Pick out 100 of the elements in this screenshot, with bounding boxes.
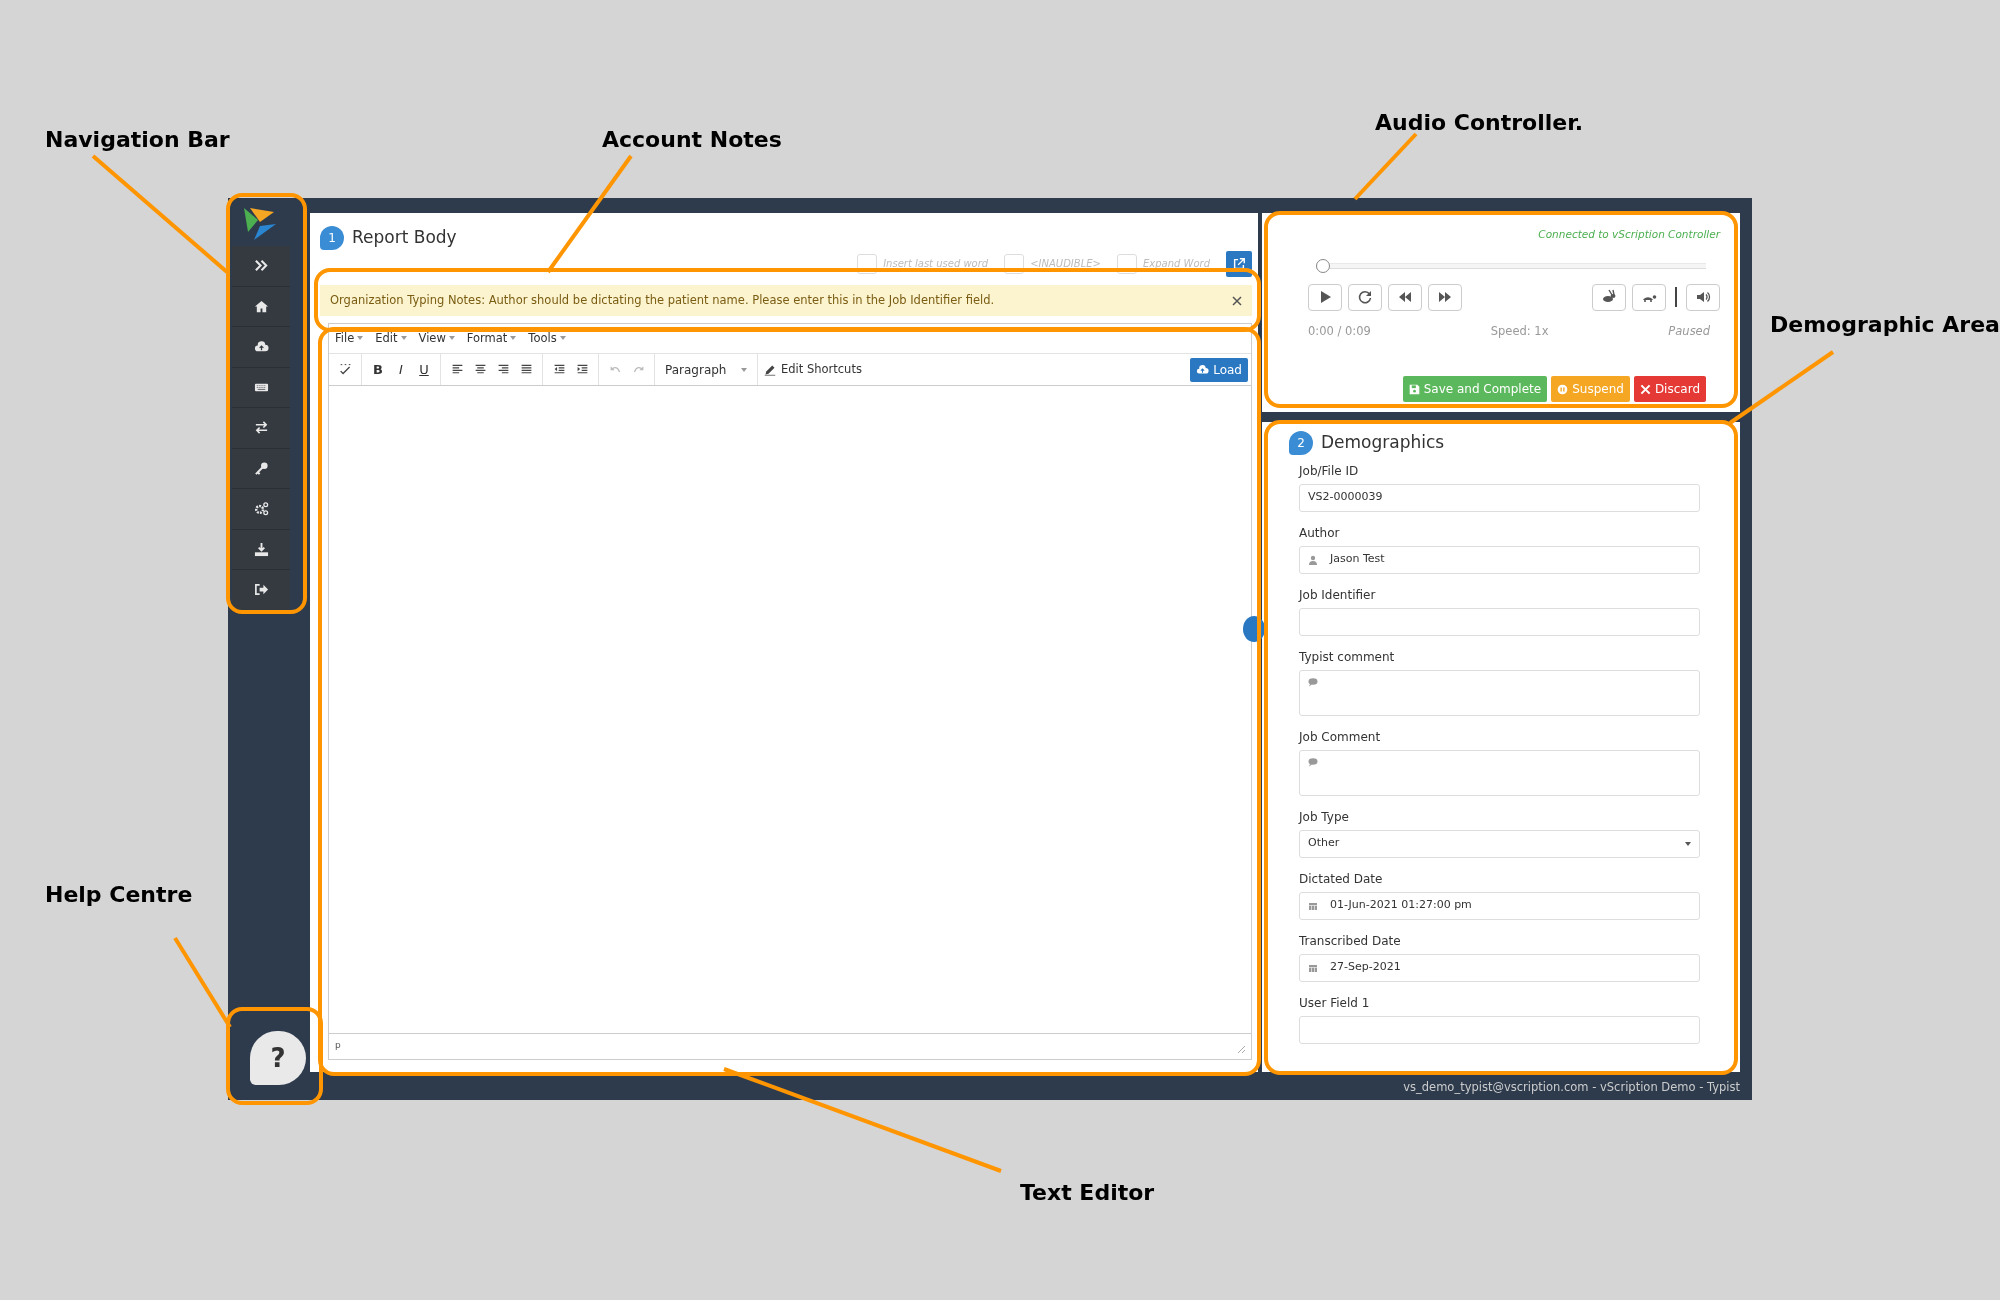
key-cap (857, 253, 878, 274)
format-button[interactable]: B (368, 358, 388, 381)
field-label: Transcribed Date (1299, 932, 1402, 950)
panel-title: Demographics (1321, 431, 1445, 454)
section-number-badge: 2 (1289, 430, 1313, 455)
sidebar-nav-button[interactable] (232, 448, 290, 489)
menu-item[interactable]: Format (466, 329, 517, 347)
shortcut-hint: <INAUDIBLE> (1030, 257, 1101, 271)
edit-shortcuts-button[interactable]: Edit Shortcuts (758, 359, 868, 380)
date-field[interactable]: 01-Jun-2021 01:27:00 pm (1299, 891, 1700, 920)
input-field[interactable] (1299, 1015, 1700, 1044)
external-link-icon (1232, 256, 1246, 271)
callout-label: Help Centre (45, 881, 193, 909)
playback-button[interactable] (1308, 283, 1342, 311)
field-label: Author (1299, 524, 1341, 542)
playback-speed: Speed: 1x (1490, 322, 1549, 340)
key-cap (1116, 253, 1137, 274)
footer-user-info: vs_demo_typist@vscription.com - vScription Demo - Typist (1402, 1079, 1740, 1096)
playback-button[interactable] (1428, 283, 1462, 311)
field-label: Job Comment (1299, 728, 1382, 746)
indent-icon (575, 363, 589, 376)
gears-icon (253, 501, 269, 517)
caret-icon (1685, 841, 1691, 846)
shortcut-hint: Expand Word (1142, 257, 1210, 271)
callout-label: Demographic Area (1770, 311, 2000, 339)
calendar-icon (1308, 962, 1318, 973)
block-format-dropdown[interactable]: Paragraph (661, 360, 751, 379)
caret-icon (357, 336, 364, 341)
format-button[interactable]: I (391, 358, 411, 381)
field-label: Dictated Date (1299, 870, 1384, 888)
speech-bubble-icon (1308, 756, 1318, 767)
comment-field[interactable] (1299, 669, 1700, 716)
callout-label: Text Editor (1020, 1179, 1155, 1207)
chevrons-right-icon (253, 258, 269, 274)
discard-button[interactable]: Discard (1633, 376, 1706, 402)
sidebar-nav-button[interactable] (232, 327, 290, 368)
playback-button[interactable] (1686, 283, 1720, 311)
sidebar-nav-button[interactable] (232, 367, 290, 408)
spellcheck-icon (338, 363, 352, 376)
speech-bubble-icon (1308, 676, 1318, 687)
field-label: Job Identifier (1299, 586, 1377, 604)
job-type-select[interactable]: Other (1299, 829, 1700, 858)
person-icon (1308, 554, 1318, 565)
align-left-icon (450, 363, 464, 376)
align-center-icon (473, 363, 487, 376)
menu-item[interactable]: Tools (528, 329, 566, 347)
playback-button[interactable] (1592, 283, 1626, 311)
sidebar-nav-button[interactable] (232, 570, 290, 611)
save-icon (1408, 383, 1420, 395)
playback-time: 0:00 / 0:09 (1308, 322, 1371, 340)
menu-item[interactable]: File (335, 329, 364, 347)
pause-circle-icon (1557, 383, 1569, 395)
menu-item[interactable]: Edit (375, 329, 407, 347)
connection-status: Connected to vScription Controller (1537, 227, 1720, 242)
comment-field[interactable] (1299, 749, 1700, 796)
account-notes-text: Organization Typing Notes: Author should be dictating the patient name. Please enter this in the Job Identifier field. (330, 291, 995, 309)
swap-arrows-icon (253, 420, 269, 436)
sidebar-nav-button[interactable] (232, 489, 290, 530)
caret-icon (741, 367, 747, 372)
shortcut-hint: Insert last used word (883, 257, 989, 271)
cloud-upload-icon (1196, 363, 1210, 376)
input-field[interactable]: Jason Test (1299, 545, 1700, 574)
help-button[interactable]: ? (250, 1031, 306, 1085)
caret-icon (510, 336, 517, 341)
element-path: p (335, 1039, 341, 1052)
sidebar-nav-button[interactable] (232, 246, 290, 287)
field-label: Typist comment (1299, 648, 1396, 666)
input-field[interactable] (1299, 607, 1700, 636)
outdent-icon (552, 363, 566, 376)
pencil-icon (764, 363, 776, 376)
sidebar-nav-button[interactable] (232, 529, 290, 570)
download-tray-icon (253, 541, 269, 557)
playback-button[interactable] (1388, 283, 1422, 311)
playback-state: Paused (1668, 322, 1710, 340)
field-label: Job/File ID (1299, 462, 1360, 480)
callout-label: Account Notes (602, 126, 782, 154)
input-field[interactable]: VS2-0000039 (1299, 483, 1700, 512)
date-field[interactable]: 27-Sep-2021 (1299, 953, 1700, 982)
caret-icon (400, 336, 407, 341)
sidebar-nav-button[interactable] (232, 286, 290, 327)
close-icon (1639, 383, 1651, 395)
justify-icon (519, 363, 533, 376)
key-cap (1004, 253, 1025, 274)
calendar-icon (1308, 900, 1318, 911)
format-button[interactable]: U (414, 358, 434, 381)
load-button[interactable]: Load (1190, 357, 1248, 382)
close-icon (1232, 295, 1242, 306)
panel-title: Report Body (352, 226, 457, 249)
field-label: User Field 1 (1299, 994, 1371, 1012)
field-label: Job Type (1299, 808, 1350, 826)
playback-button[interactable] (1348, 283, 1382, 311)
sign-out-icon (253, 582, 269, 598)
leader-line (1353, 132, 1418, 201)
caret-icon (559, 336, 566, 341)
key-icon (253, 460, 269, 476)
section-number-badge: 1 (320, 225, 344, 250)
menu-item[interactable]: View (418, 329, 455, 347)
callout-label: Navigation Bar (45, 126, 230, 154)
playback-button[interactable] (1632, 283, 1666, 311)
slider-thumb[interactable] (1316, 258, 1330, 273)
